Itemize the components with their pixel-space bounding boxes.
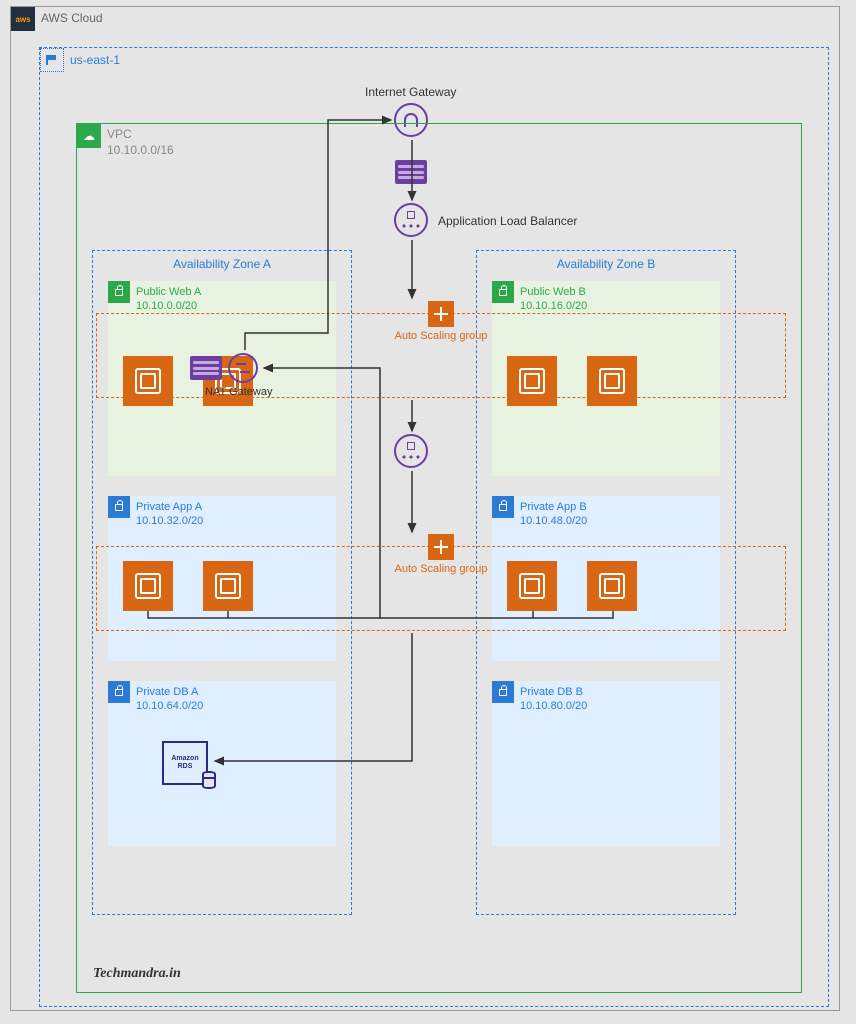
app-a-label: Private App A 10.10.32.0/20	[136, 500, 203, 529]
igw-label: Internet Gateway	[365, 85, 456, 99]
aws-cloud-group: aws AWS Cloud us-east-1 Internet Gateway…	[10, 6, 840, 1011]
subnet-name: Public Web A	[136, 286, 201, 298]
private-subnet-icon	[108, 681, 130, 703]
region-group: us-east-1 Internet Gateway ☁ VPC 10.10.0…	[39, 47, 829, 1007]
asg-web-label: Auto Scaling group	[395, 330, 488, 342]
subnet-cidr: 10.10.48.0/20	[520, 515, 587, 527]
auto-scaling-group-app: Auto Scaling group	[96, 546, 786, 631]
subnet-cidr: 10.10.64.0/20	[136, 700, 203, 712]
app-b-label: Private App B 10.10.48.0/20	[520, 500, 587, 529]
private-subnet-icon	[492, 496, 514, 518]
watermark-text: Techmandra.in	[93, 966, 181, 982]
aws-cloud-label: AWS Cloud	[41, 11, 103, 25]
diagram-canvas: aws AWS Cloud us-east-1 Internet Gateway…	[0, 0, 856, 1024]
subnet-private-db-b: Private DB B 10.10.80.0/20	[492, 681, 720, 846]
db-b-label: Private DB B 10.10.80.0/20	[520, 685, 587, 714]
subnet-private-db-a: Private DB A 10.10.64.0/20	[108, 681, 336, 846]
amazon-rds-icon: Amazon RDS	[160, 740, 210, 785]
internal-load-balancer-icon	[394, 434, 428, 468]
subnet-cidr: 10.10.16.0/20	[520, 300, 587, 312]
az-a-label: Availability Zone A	[93, 257, 351, 271]
az-b-label: Availability Zone B	[477, 257, 735, 271]
subnet-name: Private DB B	[520, 686, 583, 698]
public-b-label: Public Web B 10.10.16.0/20	[520, 285, 587, 314]
vpc-name: VPC	[107, 127, 132, 141]
subnet-cidr: 10.10.0.0/20	[136, 300, 197, 312]
public-a-label: Public Web A 10.10.0.0/20	[136, 285, 201, 314]
application-load-balancer-icon	[394, 203, 428, 237]
region-icon	[40, 48, 64, 72]
auto-scaling-icon	[428, 301, 454, 327]
auto-scaling-group-web: Auto Scaling group	[96, 313, 786, 398]
region-label: us-east-1	[70, 53, 120, 67]
private-subnet-icon	[108, 496, 130, 518]
subnet-name: Private App B	[520, 501, 587, 513]
rds-text-2: RDS	[178, 763, 193, 771]
subnet-cidr: 10.10.32.0/20	[136, 515, 203, 527]
vpc-label: VPC 10.10.0.0/16	[107, 127, 174, 158]
vpc-cidr: 10.10.0.0/16	[107, 143, 174, 157]
db-a-label: Private DB A 10.10.64.0/20	[136, 685, 203, 714]
elastic-ip-icon	[395, 160, 427, 184]
private-subnet-icon	[492, 681, 514, 703]
public-subnet-icon	[108, 281, 130, 303]
auto-scaling-icon	[428, 534, 454, 560]
subnet-name: Public Web B	[520, 286, 586, 298]
rds-text-1: Amazon	[171, 755, 198, 763]
subnet-cidr: 10.10.80.0/20	[520, 700, 587, 712]
alb-label: Application Load Balancer	[438, 214, 577, 228]
subnet-name: Private DB A	[136, 686, 198, 698]
vpc-icon: ☁	[77, 124, 101, 148]
subnet-name: Private App A	[136, 501, 202, 513]
public-subnet-icon	[492, 281, 514, 303]
asg-app-label: Auto Scaling group	[395, 563, 488, 575]
aws-icon: aws	[11, 7, 35, 31]
